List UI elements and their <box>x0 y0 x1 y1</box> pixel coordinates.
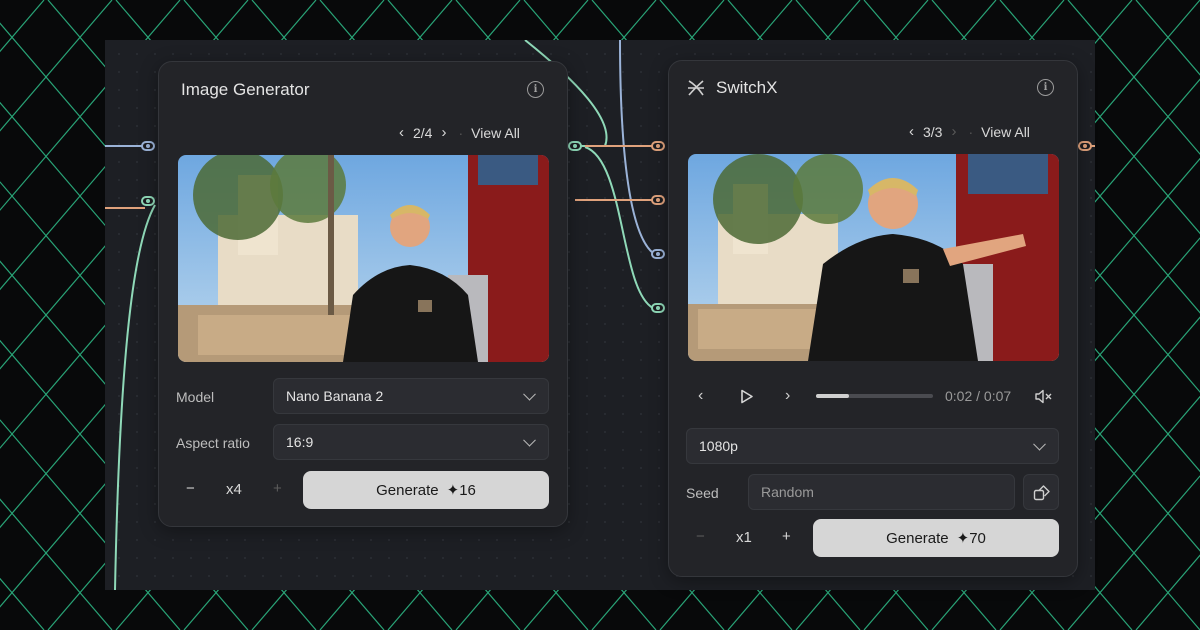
input-port-audio[interactable] <box>651 195 665 205</box>
aspect-ratio-select[interactable]: 16:9 <box>273 424 549 460</box>
seed-placeholder: Random <box>761 484 814 500</box>
output-port-image[interactable] <box>568 141 582 151</box>
batch-count: x1 <box>736 529 752 546</box>
chevron-down-icon <box>523 433 536 447</box>
prev-output-button[interactable]: ‹ <box>399 124 404 141</box>
playback-progress-fill <box>816 394 849 398</box>
playback-time: 0:02 / 0:07 <box>945 388 1012 404</box>
generate-button[interactable]: Generate ✦70 <box>813 519 1059 557</box>
next-output-button[interactable]: › <box>951 123 956 140</box>
output-pager: ‹ 3/3 › · View All <box>909 123 1030 140</box>
info-icon[interactable]: i <box>527 81 544 98</box>
output-counter: 3/3 <box>923 123 943 140</box>
generate-label: Generate <box>376 481 439 499</box>
output-pager: ‹ 2/4 › · View All <box>399 124 520 141</box>
info-icon[interactable]: i <box>1037 79 1054 96</box>
photo-firefighter <box>178 155 549 362</box>
input-port-video[interactable] <box>651 141 665 151</box>
decrement-button[interactable]: − <box>186 480 195 497</box>
increment-button[interactable]: + <box>782 528 791 545</box>
view-all-link[interactable]: View All <box>471 125 520 141</box>
prev-frame-button[interactable]: ‹ <box>698 387 703 405</box>
view-all-link[interactable]: View All <box>981 124 1030 140</box>
seed-input[interactable]: Random <box>748 474 1015 510</box>
switchx-logo-icon <box>688 80 704 96</box>
increment-button[interactable]: + <box>273 480 282 497</box>
muted-volume-icon[interactable] <box>1035 389 1053 404</box>
panel-title: Image Generator <box>181 80 310 99</box>
prev-output-button[interactable]: ‹ <box>909 123 914 140</box>
dice-icon <box>1033 485 1050 501</box>
model-select[interactable]: Nano Banana 2 <box>273 378 549 414</box>
switchx-panel: SwitchX i ‹ 3/3 › · View All ‹ › 0:02 / … <box>668 60 1078 577</box>
next-output-button[interactable]: › <box>441 124 446 141</box>
video-frame-firefighter <box>688 154 1059 361</box>
output-counter: 2/4 <box>413 124 433 141</box>
input-port-prompt[interactable] <box>141 141 155 151</box>
panel-title: SwitchX <box>716 78 778 97</box>
input-port-text[interactable] <box>651 249 665 259</box>
chevron-down-icon <box>523 387 536 401</box>
output-port-video[interactable] <box>1078 141 1092 151</box>
generate-button[interactable]: Generate ✦16 <box>303 471 549 509</box>
input-port-image[interactable] <box>141 196 155 206</box>
model-value: Nano Banana 2 <box>286 388 384 404</box>
generated-image[interactable] <box>178 155 549 362</box>
generate-label: Generate <box>886 529 949 547</box>
play-icon[interactable] <box>740 389 754 404</box>
resolution-select[interactable]: 1080p <box>686 428 1059 464</box>
next-frame-button[interactable]: › <box>785 387 790 405</box>
randomize-seed-button[interactable] <box>1023 474 1059 510</box>
aspect-ratio-value: 16:9 <box>286 434 314 450</box>
decrement-button[interactable]: − <box>696 528 705 545</box>
chevron-down-icon <box>1033 437 1046 451</box>
image-generator-panel: Image Generator i ‹ 2/4 › · View All Mod… <box>158 61 568 527</box>
credit-cost: ✦16 <box>446 482 476 499</box>
model-label: Model <box>176 389 215 405</box>
credit-cost: ✦70 <box>956 530 986 547</box>
batch-count: x4 <box>226 481 242 498</box>
playback-progress[interactable] <box>816 394 933 398</box>
aspect-ratio-label: Aspect ratio <box>176 435 250 451</box>
generated-video[interactable] <box>688 154 1059 361</box>
input-port-reference[interactable] <box>651 303 665 313</box>
resolution-value: 1080p <box>699 438 738 454</box>
seed-label: Seed <box>686 485 719 501</box>
